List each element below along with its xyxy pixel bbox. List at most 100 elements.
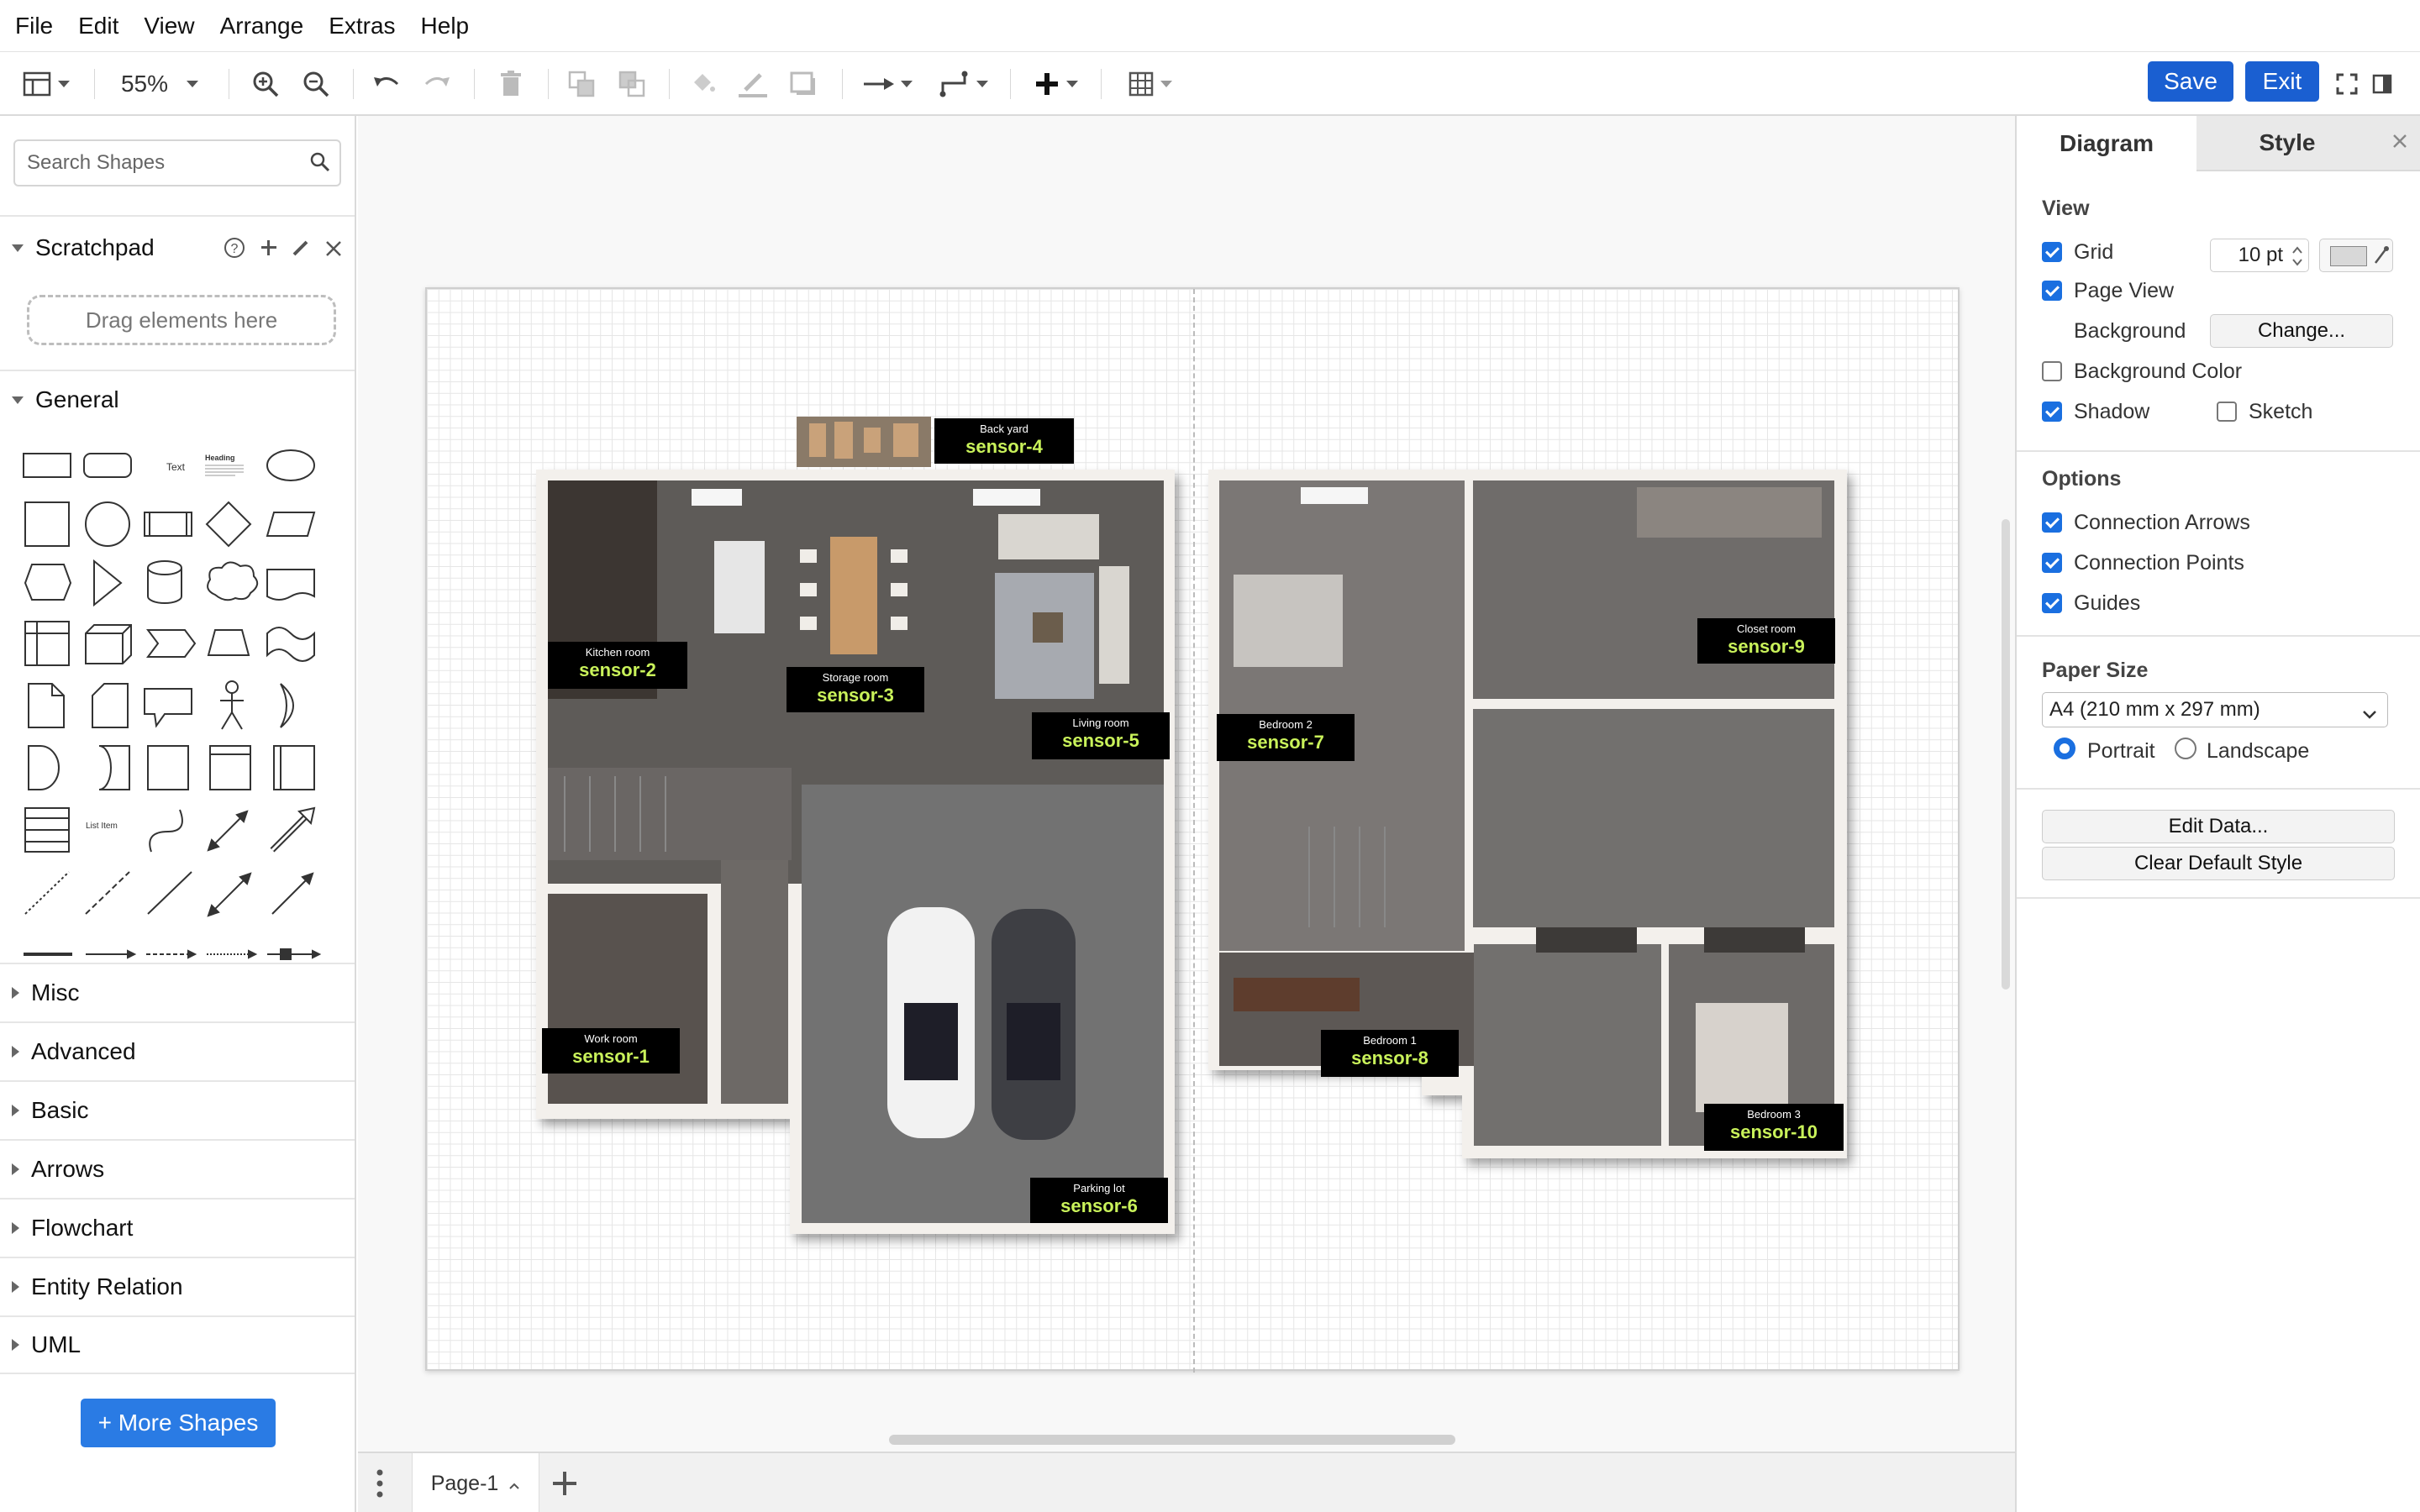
help-icon[interactable]: ? — [224, 237, 245, 265]
fullscreen-button[interactable] — [2333, 64, 2361, 104]
entity-relation-section[interactable]: Entity Relation — [0, 1257, 355, 1315]
grid-color-button[interactable] — [2319, 239, 2393, 272]
close-panel-button[interactable] — [2378, 116, 2420, 171]
table-icon — [1128, 71, 1154, 97]
sensor-label-storage[interactable]: Storage room sensor-3 — [786, 667, 924, 712]
sensor-label-backyard[interactable]: Back yard sensor-4 — [934, 418, 1074, 464]
search-icon[interactable] — [309, 151, 331, 179]
more-shapes-button[interactable]: + More Shapes — [81, 1399, 276, 1447]
menu-arrange[interactable]: Arrange — [220, 13, 304, 39]
data-storage-shape — [98, 745, 130, 790]
tab-style[interactable]: Style — [2196, 116, 2378, 171]
flowchart-section[interactable]: Flowchart — [0, 1198, 355, 1257]
advanced-section[interactable]: Advanced — [0, 1021, 355, 1080]
room-name: Parking lot — [1073, 1182, 1125, 1194]
chevron-down-icon — [12, 244, 24, 252]
to-front-icon — [568, 71, 595, 97]
sensor-label-work[interactable]: Work room sensor-1 — [542, 1028, 680, 1074]
rounded-rectangle-shape — [83, 453, 132, 478]
menu-extras[interactable]: Extras — [329, 13, 395, 39]
landscape-radio[interactable] — [2175, 738, 2196, 759]
waypoint-style-button[interactable] — [934, 64, 993, 104]
toggle-panel-button[interactable] — [2368, 64, 2396, 104]
sensor-label-closet[interactable]: Closet room sensor-9 — [1697, 618, 1835, 664]
menu-edit[interactable]: Edit — [78, 13, 118, 39]
save-button[interactable]: Save — [2148, 61, 2233, 102]
to-front-button[interactable] — [561, 64, 602, 104]
diagram-page[interactable]: Back yard sensor-4 Kitchen room sensor-2 S… — [425, 287, 1961, 1373]
exit-button[interactable]: Exit — [2245, 61, 2319, 102]
grid-checkbox[interactable] — [2042, 242, 2062, 262]
add-icon[interactable] — [259, 237, 279, 264]
scratchpad-header[interactable]: Scratchpad ? — [0, 215, 355, 279]
delete-button[interactable] — [491, 64, 531, 104]
sketch-checkbox[interactable] — [2217, 402, 2237, 422]
zoom-dropdown[interactable]: 55% — [109, 64, 210, 104]
shadow-checkbox[interactable] — [2042, 402, 2062, 422]
pencil-icon — [739, 70, 767, 98]
floor-plan-image[interactable] — [427, 289, 1961, 1373]
edit-data-button[interactable]: Edit Data... — [2042, 810, 2395, 843]
sensor-label-living[interactable]: Living room sensor-5 — [1032, 712, 1170, 759]
portrait-label: Portrait — [2087, 739, 2155, 763]
tab-diagram[interactable]: Diagram — [2017, 116, 2196, 171]
horizontal-scrollbar[interactable] — [889, 1435, 1455, 1445]
paper-size-select[interactable]: A4 (210 mm x 297 mm) — [2042, 692, 2388, 727]
page-tab[interactable]: Page-1 — [412, 1453, 539, 1512]
zoom-out-button[interactable] — [296, 64, 336, 104]
fill-color-button[interactable] — [682, 64, 723, 104]
diagram-canvas[interactable]: Back yard sensor-4 Kitchen room sensor-2 S… — [358, 116, 2015, 1452]
line-color-button[interactable] — [733, 64, 773, 104]
sensor-label-bedroom-2[interactable]: Bedroom 2 sensor-7 — [1217, 714, 1355, 761]
general-header[interactable]: General — [0, 370, 355, 428]
shadow-button[interactable] — [783, 64, 823, 104]
sensor-label-bedroom-3[interactable]: Bedroom 3 sensor-10 — [1704, 1104, 1844, 1151]
pages-menu-icon[interactable] — [375, 1468, 385, 1503]
connection-points-checkbox[interactable] — [2042, 553, 2062, 573]
menu-help[interactable]: Help — [421, 13, 470, 39]
close-icon[interactable] — [324, 237, 343, 264]
sensor-label-bedroom-1[interactable]: Bedroom 1 sensor-8 — [1321, 1030, 1459, 1077]
background-color-checkbox[interactable] — [2042, 361, 2062, 381]
sensor-id: sensor-9 — [1728, 635, 1805, 657]
sensor-label-kitchen[interactable]: Kitchen room sensor-2 — [548, 642, 687, 689]
page-view-checkbox[interactable] — [2042, 281, 2062, 301]
sensor-label-parking[interactable]: Parking lot sensor-6 — [1030, 1178, 1168, 1223]
section-label: UML — [31, 1331, 82, 1357]
arrows-section[interactable]: Arrows — [0, 1139, 355, 1198]
change-background-button[interactable]: Change... — [2210, 314, 2393, 348]
misc-section[interactable]: Misc — [0, 963, 355, 1021]
sensor-id: sensor-10 — [1730, 1121, 1818, 1142]
stepper-icon[interactable] — [2291, 244, 2303, 274]
grid-size-input[interactable]: 10 pt — [2210, 239, 2309, 272]
guides-checkbox[interactable] — [2042, 593, 2062, 613]
connection-style-button[interactable] — [859, 64, 918, 104]
paper-size-section-title: Paper Size — [2042, 659, 2149, 682]
step-shape — [146, 629, 197, 658]
search-input[interactable]: Search Shapes — [13, 139, 341, 186]
scratchpad-dropzone[interactable]: Drag elements here — [27, 295, 336, 345]
basic-section[interactable]: Basic — [0, 1080, 355, 1139]
portrait-radio[interactable] — [2054, 738, 2075, 759]
menu-view[interactable]: View — [144, 13, 194, 39]
shape-list-item-label: List Item — [86, 822, 118, 831]
table-button[interactable] — [1121, 64, 1180, 104]
insert-button[interactable] — [1027, 64, 1086, 104]
format-panel-toggle[interactable] — [17, 64, 76, 104]
edit-icon[interactable] — [291, 237, 311, 264]
add-page-icon[interactable] — [551, 1470, 578, 1501]
clear-default-style-button[interactable]: Clear Default Style — [2042, 847, 2395, 880]
trash-icon — [499, 71, 523, 97]
to-back-button[interactable] — [612, 64, 652, 104]
redo-button[interactable] — [417, 64, 457, 104]
undo-button[interactable] — [366, 64, 407, 104]
menu-file[interactable]: File — [15, 13, 53, 39]
uml-section[interactable]: UML — [0, 1315, 355, 1374]
vertical-scrollbar[interactable] — [2002, 519, 2010, 990]
connection-arrows-checkbox[interactable] — [2042, 512, 2062, 533]
page-view-label: Page View — [2074, 279, 2175, 302]
chevron-up-icon[interactable] — [508, 1472, 520, 1496]
zoom-in-button[interactable] — [245, 64, 286, 104]
curve-shape — [149, 809, 183, 853]
circle-shape — [85, 501, 130, 547]
